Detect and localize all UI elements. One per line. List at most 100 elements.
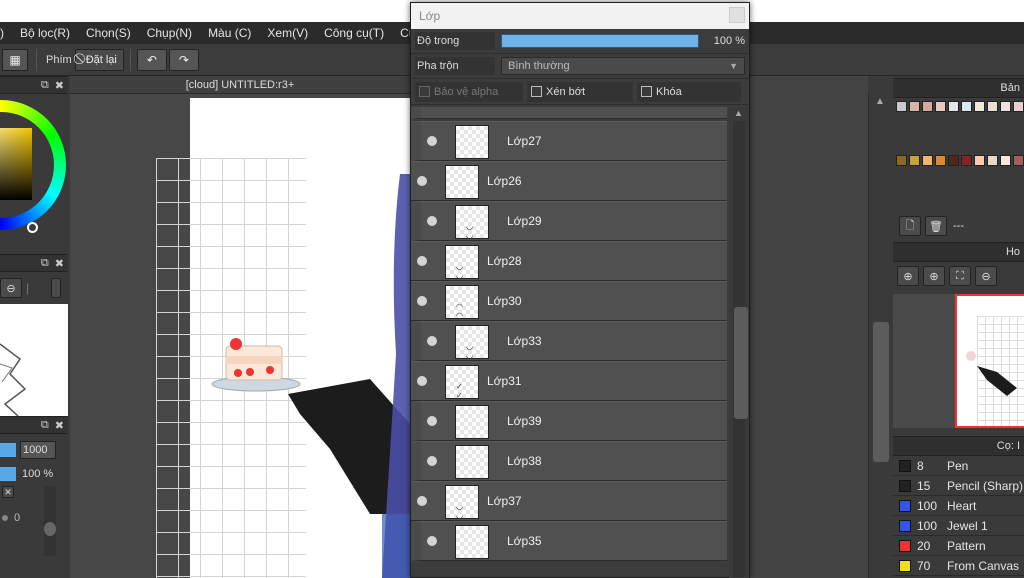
close-icon[interactable] [729,7,745,23]
layer-row[interactable]: ◡ ◡ Lớp29 [411,201,727,241]
layer-row[interactable]: ✓ ✓ Lớp31 [411,361,727,401]
visibility-eye-icon[interactable] [427,136,437,146]
lock-checkbox[interactable]: Khóa [637,81,741,102]
brush-list-item[interactable]: 20 Pattern [893,536,1024,556]
navigator-thumbnail[interactable] [0,304,68,416]
layer-row[interactable]: Lớp26 [411,161,727,201]
visibility-eye-icon[interactable] [417,256,427,266]
visibility-eye-icon[interactable] [427,536,437,546]
undo-button[interactable]: ↶ [136,48,167,71]
palette-swatch[interactable] [909,155,920,166]
canvas-vertical-scrollbar[interactable]: ▲ [868,94,892,578]
close-icon[interactable]: ✖ [55,79,64,92]
palette-swatch[interactable] [961,155,972,166]
menu-item-color[interactable]: Màu (C) [200,26,259,40]
canvas-area[interactable] [70,94,410,578]
palette-swatch[interactable] [948,101,959,112]
brush-list-item[interactable]: 100 Heart [893,496,1024,516]
visibility-eye-icon[interactable] [417,496,427,506]
fit-screen-icon[interactable]: ⛶ [949,266,971,286]
opacity-slider[interactable] [501,34,699,48]
palette-swatch[interactable] [1013,101,1024,112]
visibility-eye-icon[interactable] [417,376,427,386]
visibility-eye-icon[interactable] [417,296,427,306]
layer-row[interactable]: Lớp27 [411,121,727,161]
layer-row-partial[interactable] [411,107,727,119]
blend-mode-select[interactable]: Bình thường ▼ [501,57,745,75]
zoom-fit-icon[interactable]: ⊕ [897,266,919,286]
saturation-value-square[interactable] [0,128,32,200]
zoom-in-icon[interactable]: ⊕ [923,266,945,286]
layer-row[interactable]: Lớp39 [411,401,727,441]
zoom-out-icon[interactable]: ⊖ [0,278,22,298]
menu-item-capture[interactable]: Chụp(N) [139,26,200,40]
grid-view-button[interactable]: ▦ [2,48,28,71]
menu-item-filter[interactable]: Bộ lọc(R) [12,26,78,40]
palette-swatch[interactable] [922,101,933,112]
layer-dialog-title-bar[interactable]: Lớp [411,3,749,29]
palette-swatch[interactable] [896,101,907,112]
hue-knob[interactable] [27,222,38,233]
palette-swatch[interactable] [935,101,946,112]
brush-size-value[interactable]: 1000 [20,441,56,459]
brush-list-item[interactable]: 15 Pencil (Sharp) [893,476,1024,496]
palette-swatch[interactable] [922,155,933,166]
scroll-thumb[interactable] [44,522,57,536]
layer-scroll-thumb[interactable] [734,307,748,419]
palette-swatch[interactable] [1013,155,1024,166]
menu-item-select[interactable]: Chọn(S) [78,26,139,40]
reset-button[interactable]: ⃠ Đặt lại [74,48,124,71]
menu-item-lead[interactable]: ) [0,26,12,40]
layer-row[interactable]: ◡ ◡ Lớp33 [411,321,727,361]
new-page-icon[interactable]: 🗋 [899,216,921,236]
layer-row[interactable]: Lớp38 [411,441,727,481]
undock-icon[interactable]: ⧉ [41,257,49,270]
scroll-up-icon[interactable]: ▲ [875,96,885,107]
palette-swatch[interactable] [1000,101,1011,112]
brush-list-item[interactable]: 8 Pen [893,456,1024,476]
radio-icon[interactable] [2,515,8,521]
palette-swatch[interactable] [935,155,946,166]
visibility-eye-icon[interactable] [427,216,437,226]
close-icon[interactable]: ✖ [55,257,64,270]
scroll-handle[interactable] [51,278,62,298]
canvas-tab-title[interactable]: [cloud] UNTITLED:r3+ [70,76,410,94]
zoom-out-icon[interactable]: ⊖ [975,266,997,286]
brush-list-item[interactable]: 100 Jewel 1 [893,516,1024,536]
layer-row[interactable]: Lớp35 [411,521,727,561]
brush-size-slider[interactable] [0,443,16,457]
layer-row[interactable]: ◡ ◡ Lớp37 [411,481,727,521]
preview-viewport-frame[interactable] [955,294,1024,428]
layer-list-scrollbar[interactable]: ▲ [729,107,749,578]
palette-swatch[interactable] [909,101,920,112]
palette-swatch[interactable] [974,101,985,112]
visibility-eye-icon[interactable] [427,456,437,466]
clipping-checkbox[interactable]: Xén bớt [527,81,633,102]
menu-item-tools[interactable]: Công cụ(T) [316,26,392,40]
layer-row[interactable]: ◡ ◡ Lớp28 [411,241,727,281]
visibility-eye-icon[interactable] [427,416,437,426]
undock-icon[interactable]: ⧉ [41,419,49,432]
palette-swatch[interactable] [948,155,959,166]
navigator-preview[interactable] [893,290,1024,430]
layer-row[interactable]: ◠ ◠ Lớp30 [411,281,727,321]
close-box-icon[interactable]: ✕ [2,486,14,498]
palette-swatch[interactable] [987,155,998,166]
palette-swatch[interactable] [974,155,985,166]
menu-item-view[interactable]: Xem(V) [259,26,316,40]
scroll-up-icon[interactable]: ▲ [734,108,743,118]
palette-swatch[interactable] [961,101,972,112]
canvas-scroll-thumb[interactable] [873,322,889,462]
trash-icon[interactable]: 🗑 [925,216,947,236]
close-icon[interactable]: ✖ [55,419,64,432]
palette-swatch[interactable] [987,101,998,112]
palette-swatch[interactable] [896,155,907,166]
brush-opacity-slider[interactable] [0,467,16,481]
redo-button[interactable]: ↷ [168,48,199,71]
undock-icon[interactable]: ⧉ [41,79,49,92]
brush-list-item[interactable]: 70 From Canvas [893,556,1024,576]
visibility-eye-icon[interactable] [427,336,437,346]
protect-alpha-checkbox[interactable]: Bảo vệ alpha [415,81,523,102]
brush-options-scrollbar[interactable] [44,486,57,556]
palette-swatch[interactable] [1000,155,1011,166]
